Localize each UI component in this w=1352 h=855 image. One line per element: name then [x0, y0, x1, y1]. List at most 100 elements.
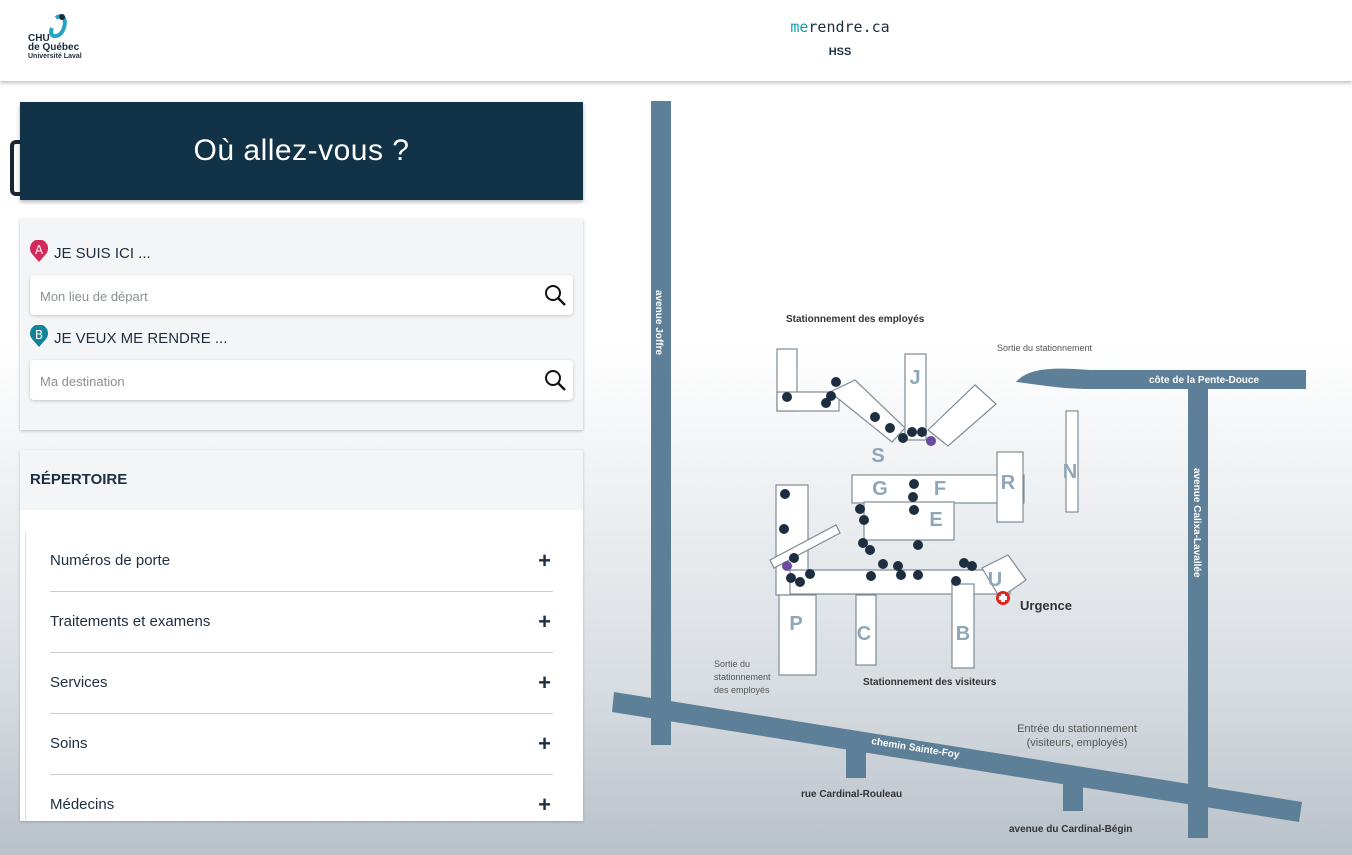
label-parking-entry-2: (visiteurs, employés) — [1027, 737, 1128, 749]
label-employee-parking: Stationnement des employés — [786, 314, 925, 325]
label-emergency: Urgence — [1020, 598, 1072, 613]
street-begin — [1063, 776, 1083, 811]
label-avenue-calixa: avenue Calixa-Lavallée — [1191, 468, 1202, 578]
wing-letter: E — [929, 509, 942, 531]
directory-item-care[interactable]: Soins + — [50, 713, 553, 775]
start-field — [30, 275, 573, 317]
location-marker-icon[interactable] — [951, 576, 961, 586]
wing-letter: P — [789, 613, 802, 635]
location-marker-icon[interactable] — [866, 571, 876, 581]
wing-letter: F — [934, 478, 946, 500]
hero-banner: Où allez-vous ? — [20, 102, 583, 200]
label-pente-douce: côte de la Pente-Douce — [1149, 375, 1259, 386]
start-label: JE SUIS ICI ... — [54, 245, 151, 262]
location-marker-icon[interactable] — [865, 545, 875, 555]
directory-header: RÉPERTOIRE — [20, 450, 583, 510]
directory-title: RÉPERTOIRE — [30, 471, 128, 488]
directory-divider — [25, 532, 26, 821]
emergency-icon[interactable] — [996, 591, 1010, 605]
route-search-card: A JE SUIS ICI ... B JE VEUX ME RENDRE ..… — [20, 219, 583, 430]
wing-letter: J — [909, 367, 920, 389]
destination-search-icon[interactable] — [543, 368, 567, 392]
label-visitor-parking: Stationnement des visiteurs — [863, 677, 997, 688]
directory-card: RÉPERTOIRE Numéros de porte + Traitement… — [20, 450, 583, 821]
start-pin-letter: A — [35, 243, 44, 257]
location-marker-icon[interactable] — [831, 377, 841, 387]
destination-pin-letter: B — [35, 328, 43, 342]
directory-item-doctors[interactable]: Médecins + — [50, 774, 553, 821]
street-calixa — [1188, 389, 1208, 838]
destination-input[interactable] — [38, 360, 532, 402]
location-marker-icon[interactable] — [896, 570, 906, 580]
location-marker-icon[interactable] — [859, 515, 869, 525]
directory-item-door-numbers[interactable]: Numéros de porte + — [50, 530, 553, 592]
label-avenue-joffre: avenue Joffre — [653, 290, 664, 355]
label-avenue-begin: avenue du Cardinal-Bégin — [1009, 824, 1132, 835]
brand-prefix: me — [790, 18, 809, 36]
directory-item-services[interactable]: Services + — [50, 652, 553, 714]
destination-field — [30, 360, 573, 402]
wing-letter: B — [956, 623, 970, 645]
wing-letter: S — [871, 445, 884, 467]
street-rouleau — [846, 745, 866, 778]
brand-name: merendre.ca — [0, 18, 1352, 36]
site-subtitle: HSS — [828, 46, 852, 58]
wing-letter: G — [872, 478, 888, 500]
directory-item-label: Médecins — [50, 796, 115, 813]
expand-icon[interactable]: + — [538, 609, 551, 635]
wing-letter: C — [857, 623, 871, 645]
location-marker-icon[interactable] — [917, 427, 927, 437]
location-marker-icon[interactable] — [967, 561, 977, 571]
expand-icon[interactable]: + — [538, 731, 551, 757]
directory-item-treatments[interactable]: Traitements et examens + — [50, 591, 553, 653]
location-marker-icon[interactable] — [907, 427, 917, 437]
label-parking-exit: Sortie du stationnement — [997, 343, 1093, 353]
wing-letter: R — [1001, 472, 1016, 494]
directory-item-label: Services — [50, 674, 108, 691]
label-employee-parking-exit-2: stationnement — [714, 672, 771, 682]
expand-icon[interactable]: + — [538, 670, 551, 696]
location-marker-icon[interactable] — [821, 398, 831, 408]
location-marker-icon[interactable] — [780, 489, 790, 499]
location-marker-icon[interactable] — [855, 504, 865, 514]
start-input[interactable] — [38, 275, 532, 317]
campus-map[interactable]: J S G F R N E U P C B Stationnement des … — [600, 90, 1352, 855]
label-parking-entry-1: Entrée du stationnement — [1017, 723, 1137, 735]
location-marker-icon[interactable] — [782, 392, 792, 402]
wing-letter: U — [988, 569, 1002, 591]
start-search-icon[interactable] — [543, 283, 567, 307]
expand-icon[interactable]: + — [538, 792, 551, 818]
location-marker-icon[interactable] — [909, 505, 919, 515]
location-marker-icon[interactable] — [908, 492, 918, 502]
destination-label: JE VEUX ME RENDRE ... — [54, 330, 228, 347]
wing-letter: N — [1063, 461, 1077, 483]
location-marker-icon[interactable] — [795, 577, 805, 587]
location-marker-icon[interactable] — [779, 524, 789, 534]
street-joffre — [651, 101, 671, 745]
location-marker-icon[interactable] — [786, 573, 796, 583]
location-marker-icon[interactable] — [898, 433, 908, 443]
destination-pin-icon: B — [30, 325, 48, 347]
brand-suffix: rendre.ca — [808, 18, 890, 36]
location-marker-icon[interactable] — [913, 570, 923, 580]
parking-marker-icon[interactable] — [782, 561, 792, 571]
parking-marker-icon[interactable] — [926, 436, 936, 446]
hospital-buildings — [769, 348, 1079, 676]
start-pin-icon: A — [30, 240, 48, 262]
directory-item-label: Soins — [50, 735, 88, 752]
app-header: CHU de Québec Université Laval merendre.… — [0, 0, 1352, 81]
label-employee-parking-exit-1: Sortie du — [714, 659, 750, 669]
location-marker-icon[interactable] — [885, 423, 895, 433]
label-employee-parking-exit-3: des employés — [714, 685, 770, 695]
location-marker-icon[interactable] — [893, 561, 903, 571]
directory-item-label: Traitements et examens — [50, 613, 211, 630]
location-marker-icon[interactable] — [789, 553, 799, 563]
label-rue-rouleau: rue Cardinal-Rouleau — [801, 789, 902, 800]
location-marker-icon[interactable] — [878, 559, 888, 569]
location-marker-icon[interactable] — [909, 479, 919, 489]
location-marker-icon[interactable] — [913, 540, 923, 550]
directory-item-label: Numéros de porte — [50, 552, 171, 569]
location-marker-icon[interactable] — [805, 569, 815, 579]
expand-icon[interactable]: + — [538, 548, 551, 574]
location-marker-icon[interactable] — [870, 412, 880, 422]
